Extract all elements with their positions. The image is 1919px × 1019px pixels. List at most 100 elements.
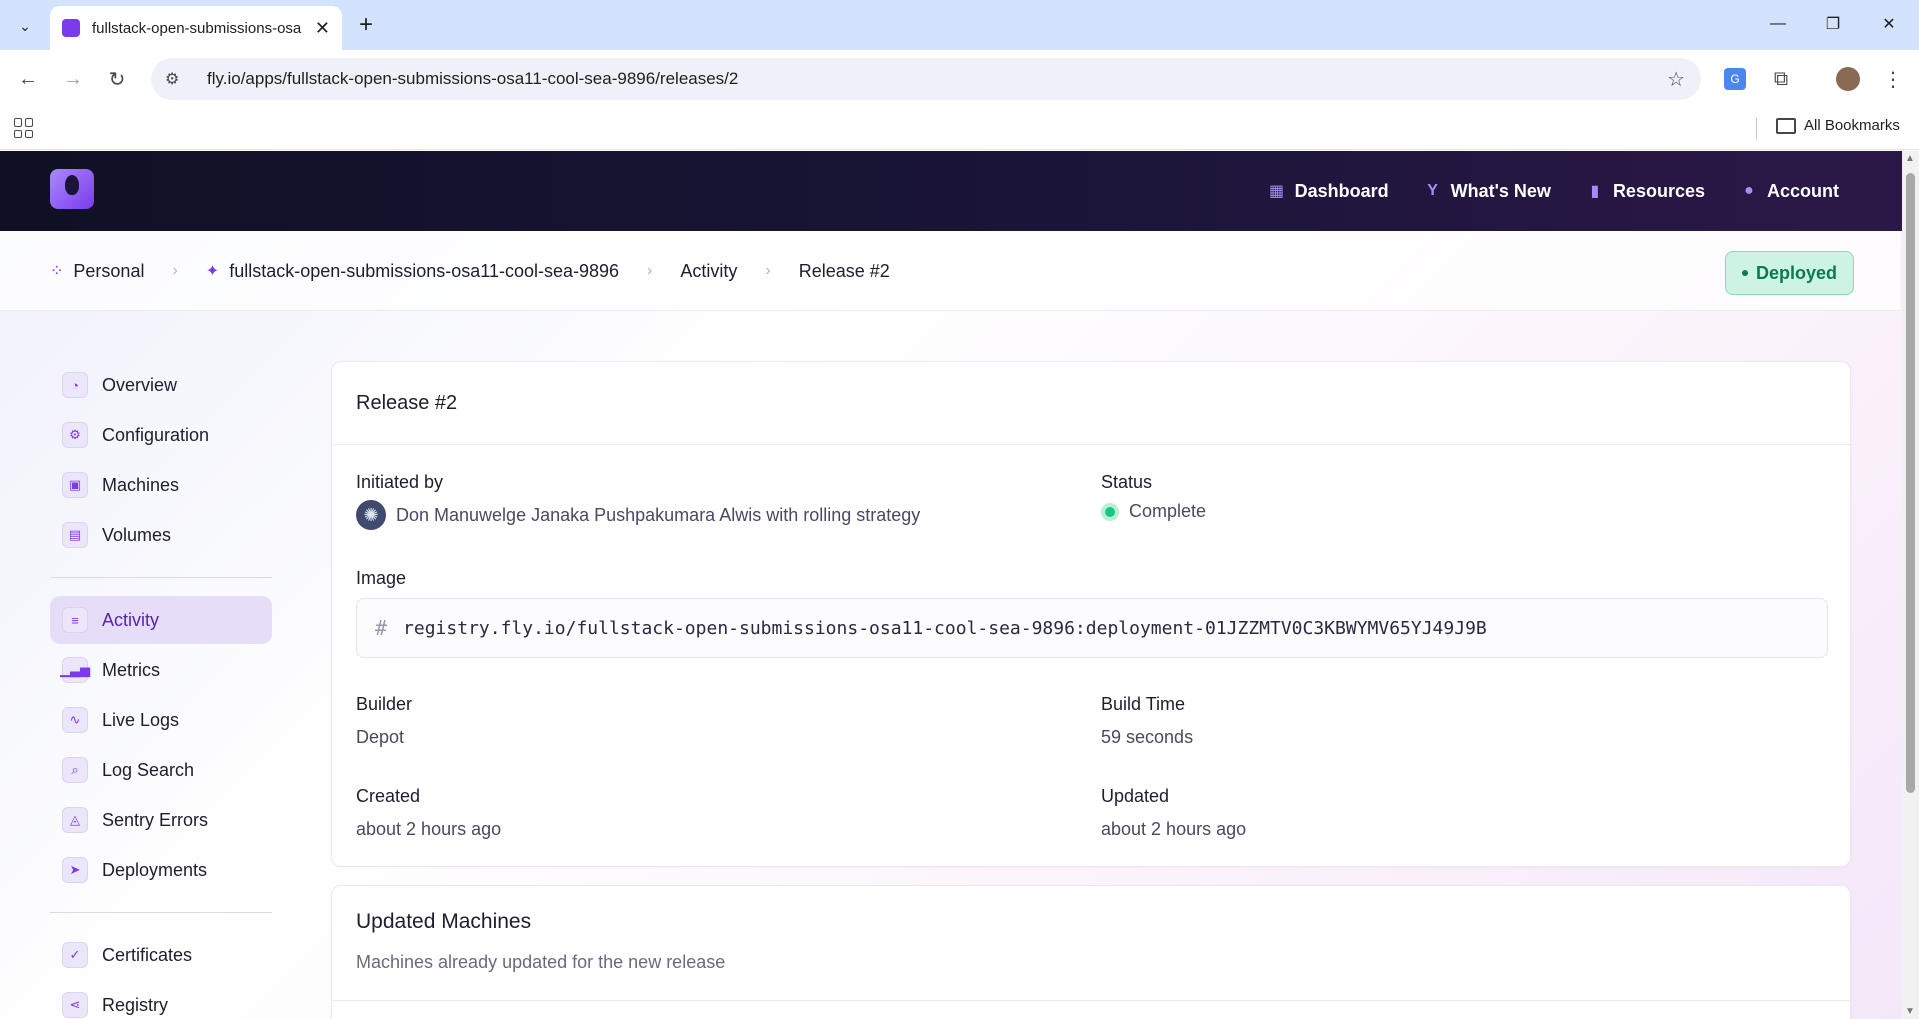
breadcrumb-release-label: Release #2 <box>798 260 890 281</box>
sidebar-item-label: Live Logs <box>102 709 180 730</box>
sidebar-item-machines[interactable]: ▣ Machines <box>50 461 272 509</box>
new-tab-icon[interactable]: + <box>352 11 380 39</box>
sidebar-item-label: Certificates <box>102 944 193 965</box>
close-window-icon[interactable]: ✕ <box>1866 8 1912 40</box>
address-bar[interactable]: ⚙ fly.io/apps/fullstack-open-submissions… <box>151 58 1701 100</box>
build-time-value: 59 seconds <box>1101 727 1194 747</box>
overview-icon: ◔ <box>62 372 88 398</box>
breadcrumb-app[interactable]: ✦ fullstack-open-submissions-osa11-cool-… <box>206 261 619 282</box>
fly-app: ▦ Dashboard Y What's New ▮ Resources ● A… <box>0 151 1919 1019</box>
breadcrumb-personal[interactable]: ⁘ Personal <box>50 261 144 282</box>
breadcrumb-personal-label: Personal <box>73 260 145 281</box>
created-value: about 2 hours ago <box>356 819 502 839</box>
nav-dashboard-label: Dashboard <box>1294 180 1389 201</box>
nav-resources[interactable]: ▮ Resources <box>1587 181 1705 202</box>
profile-avatar[interactable] <box>1835 66 1861 92</box>
status-text: Complete <box>1129 501 1207 521</box>
nav-dashboard[interactable]: ▦ Dashboard <box>1269 181 1389 202</box>
fly-logo[interactable] <box>50 169 94 209</box>
share-icon: ⋖ <box>62 992 88 1018</box>
status-badge-label: Deployed <box>1755 262 1837 283</box>
reload-icon[interactable]: ↻ <box>101 63 133 95</box>
nav-account[interactable]: ● Account <box>1741 181 1839 202</box>
initiated-by-value: ✺ Don Manuwelge Janaka Pushpakumara Alwi… <box>356 500 920 530</box>
nav-whats-new[interactable]: Y What's New <box>1425 181 1551 202</box>
org-icon: ⁘ <box>50 263 64 280</box>
extensions-icon[interactable]: ⧉ <box>1768 66 1794 92</box>
site-info-icon[interactable]: ⚙ <box>165 69 189 89</box>
certificate-icon: ✓ <box>62 942 88 968</box>
sidebar: ◔ Overview ⚙ Configuration ▣ Machines ▤ … <box>50 361 272 1019</box>
close-tab-icon[interactable]: ✕ <box>315 18 330 39</box>
bookmarks-divider <box>1756 118 1757 140</box>
scroll-thumb[interactable] <box>1906 173 1915 793</box>
updated-machines-subtitle: Machines already updated for the new rel… <box>356 952 726 972</box>
release-title: Release #2 <box>332 362 1850 445</box>
sidebar-item-certificates[interactable]: ✓ Certificates <box>50 931 272 979</box>
page-scrollbar[interactable]: ▲ ▼ <box>1902 151 1919 1019</box>
sidebar-item-log-search[interactable]: ⌕ Log Search <box>50 746 272 794</box>
sidebar-item-activity[interactable]: ≡ Activity <box>50 596 272 644</box>
status-complete-icon <box>1101 502 1119 521</box>
forward-icon[interactable]: → <box>57 63 89 95</box>
scroll-down-icon[interactable]: ▼ <box>1905 1006 1915 1017</box>
chevron-right-icon: › <box>647 262 653 279</box>
tab-search-icon[interactable]: ⌄ <box>12 13 38 39</box>
sidebar-item-label: Machines <box>102 474 180 495</box>
sparkle-icon: ✦ <box>205 263 220 280</box>
bookmarks-bar: All Bookmarks <box>0 108 1919 150</box>
browser-toolbar: ← → ↻ ⚙ fly.io/apps/fullstack-open-submi… <box>0 50 1919 108</box>
chip-icon: ▣ <box>62 472 88 498</box>
status-label: Status <box>1101 472 1153 492</box>
tab-title: fullstack-open-submissions-osa11-cool-se… <box>92 19 302 37</box>
back-icon[interactable]: ← <box>12 63 44 95</box>
image-reference[interactable]: registry.fly.io/fullstack-open-submissio… <box>403 618 1487 639</box>
hash-icon: # <box>375 616 388 640</box>
sidebar-item-metrics[interactable]: ▁▃▅ Metrics <box>50 646 272 694</box>
updated-label: Updated <box>1101 786 1170 806</box>
sidebar-item-deployments[interactable]: ➤ Deployments <box>50 846 272 894</box>
sidebar-item-label: Overview <box>102 374 178 395</box>
initiated-by-label: Initiated by <box>356 472 444 492</box>
nav-whats-new-label: What's New <box>1450 180 1551 201</box>
sidebar-item-live-logs[interactable]: ∿ Live Logs <box>50 696 272 744</box>
all-bookmarks-button[interactable]: All Bookmarks <box>1776 117 1900 134</box>
sidebar-item-sentry-errors[interactable]: ◬ Sentry Errors <box>50 796 272 844</box>
translate-icon[interactable]: G <box>1722 66 1748 92</box>
nav-account-label: Account <box>1767 180 1839 201</box>
scroll-up-icon[interactable]: ▲ <box>1905 153 1915 164</box>
paper-plane-icon: ➤ <box>62 857 88 883</box>
sidebar-item-registry[interactable]: ⋖ Registry <box>50 981 272 1019</box>
breadcrumb-release: Release #2 <box>799 261 890 282</box>
build-time-label: Build Time <box>1101 694 1186 714</box>
updated-machines-title: Updated Machines <box>356 910 532 933</box>
pulse-icon: ∿ <box>62 707 88 733</box>
sidebar-divider <box>50 912 272 913</box>
bookmark-star-icon[interactable]: ☆ <box>1667 67 1685 92</box>
restore-icon[interactable]: ❐ <box>1810 8 1856 40</box>
fly-favicon-icon <box>62 19 80 37</box>
url-text[interactable]: fly.io/apps/fullstack-open-submissions-o… <box>207 69 738 89</box>
apps-grid-icon[interactable] <box>14 118 34 138</box>
breadcrumb-activity[interactable]: Activity <box>680 261 737 282</box>
status-value: Complete <box>1101 501 1206 522</box>
browser-tab[interactable]: fullstack-open-submissions-osa11-cool-se… <box>50 6 342 50</box>
card-divider <box>332 1000 1850 1001</box>
sidebar-item-label: Metrics <box>102 659 160 680</box>
image-reference-box[interactable]: # registry.fly.io/fullstack-open-submiss… <box>356 598 1828 658</box>
sidebar-item-label: Configuration <box>102 424 210 445</box>
sentry-icon: ◬ <box>62 807 88 833</box>
user-icon: ● <box>1744 182 1754 199</box>
volume-icon: ▤ <box>62 522 88 548</box>
chevron-right-icon: › <box>765 262 771 279</box>
browser-tabstrip: ⌄ fullstack-open-submissions-osa11-cool-… <box>0 0 1919 50</box>
browser-menu-icon[interactable]: ⋮ <box>1880 66 1906 92</box>
sidebar-item-configuration[interactable]: ⚙ Configuration <box>50 411 272 459</box>
sidebar-item-volumes[interactable]: ▤ Volumes <box>50 511 272 559</box>
sidebar-item-label: Activity <box>102 609 160 630</box>
dashboard-icon: ▦ <box>1269 183 1285 200</box>
minimize-icon[interactable]: — <box>1755 8 1801 40</box>
sidebar-item-overview[interactable]: ◔ Overview <box>50 361 272 409</box>
search-icon: ⌕ <box>62 757 88 783</box>
sidebar-item-label: Deployments <box>102 859 208 880</box>
